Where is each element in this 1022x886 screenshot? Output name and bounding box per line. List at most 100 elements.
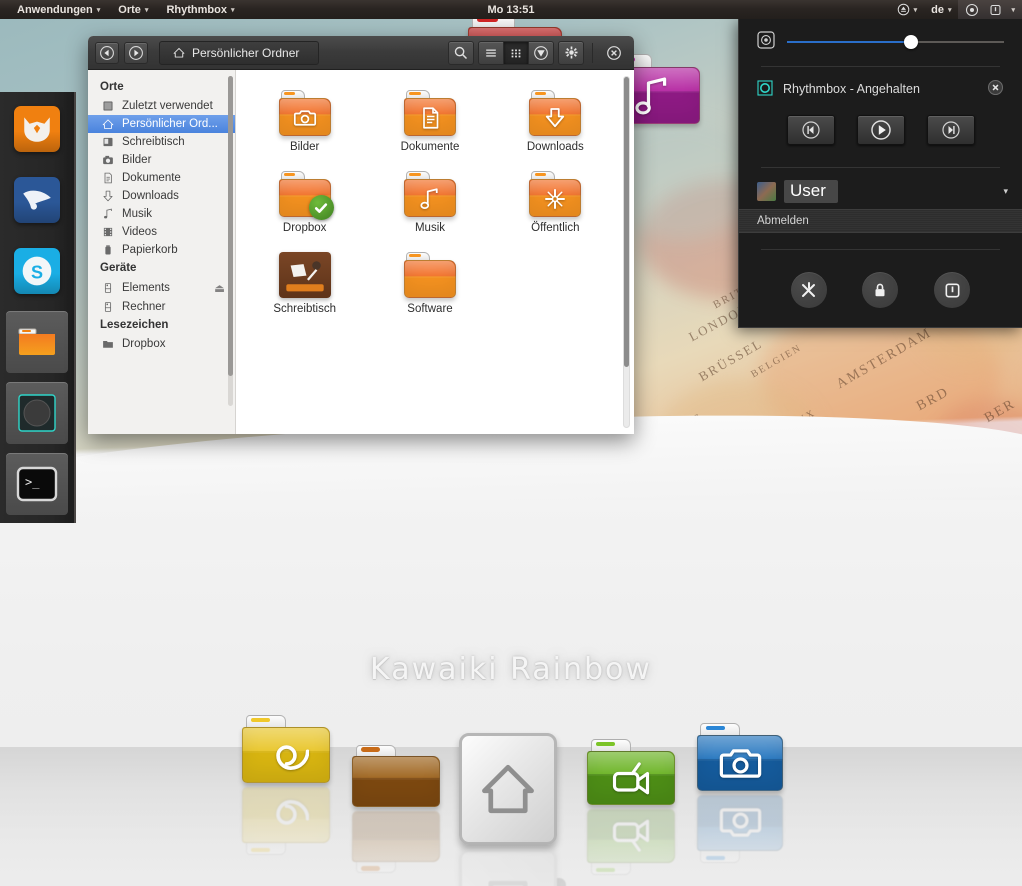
dock-item-thunderbird[interactable]	[6, 169, 68, 231]
close-window-button[interactable]	[601, 41, 627, 65]
svg-text:S: S	[31, 262, 43, 282]
terminal-icon: >_	[13, 462, 61, 506]
folder-clip	[250, 717, 271, 723]
folder-clip	[360, 747, 381, 752]
content-scrollbar[interactable]	[623, 76, 630, 428]
tray-eject-caret: ▾	[913, 6, 918, 14]
music-note-icon	[404, 183, 456, 214]
volume-icon[interactable]	[757, 31, 775, 52]
sidebar-item-documents[interactable]: Dokumente	[88, 169, 235, 187]
close-icon	[987, 79, 1004, 96]
dock-item-terminal[interactable]: >_	[6, 453, 68, 515]
path-button-label: Persönlicher Ordner	[192, 45, 300, 60]
tray-keyboard-indicator[interactable]: de ▾	[924, 0, 958, 19]
dock-item-firefox[interactable]	[6, 98, 68, 160]
sidebar-item-videos[interactable]: Videos	[88, 223, 235, 241]
play-icon	[870, 120, 891, 140]
sidebar-item-home[interactable]: Persönlicher Ord...	[88, 115, 235, 133]
menu-places[interactable]: Orte ▾	[109, 2, 157, 18]
spiral-icon	[275, 799, 309, 825]
user-menu-caret[interactable]: ▾	[1003, 186, 1008, 197]
sidebar-item-pictures[interactable]: Bilder	[88, 151, 235, 169]
sidebar-item-dropbox[interactable]: Dropbox	[88, 335, 235, 353]
folder-clip	[705, 855, 725, 861]
folder-body	[403, 260, 456, 298]
panel-divider-1	[761, 66, 1000, 67]
sidebar-item-label: Dropbox	[122, 338, 166, 350]
view-mode-group	[478, 40, 554, 65]
folder-clip	[409, 172, 421, 177]
file-item-software[interactable]: Software	[367, 242, 492, 323]
rhythmbox-close-button[interactable]	[987, 79, 1004, 99]
sidebar-item-desktop[interactable]: Schreibtisch	[88, 133, 235, 151]
user-name-field[interactable]: User	[784, 180, 838, 203]
tray-session-indicator[interactable]: ▾	[958, 0, 1022, 19]
tray-keyboard-caret: ▾	[947, 6, 952, 14]
file-item-dokumente[interactable]: Dokumente	[367, 80, 492, 161]
sidebar-item-label: Zuletzt verwendet	[122, 100, 213, 112]
search-button[interactable]	[448, 40, 474, 65]
drive-icon	[102, 282, 115, 294]
desk-graphic	[278, 252, 331, 298]
session-lock-button[interactable]	[862, 272, 899, 308]
sidebar-item-music[interactable]: Musik	[88, 205, 235, 223]
sidebar-header-places: Orte	[100, 81, 124, 93]
lock-icon	[875, 283, 885, 297]
eject-icon[interactable]: ⏏	[214, 281, 225, 295]
sidebar-scrollbar[interactable]	[228, 76, 233, 406]
compact-view-button[interactable]	[528, 40, 554, 65]
sidebar-item-label: Dokumente	[122, 172, 181, 184]
dock-item-skype[interactable]: S	[6, 240, 68, 302]
home-drive-graphic	[459, 849, 566, 886]
file-icon	[403, 171, 456, 217]
file-item-schreibtisch[interactable]: Schreibtisch	[242, 242, 367, 323]
file-item-dropbox[interactable]: Dropbox	[242, 161, 367, 242]
file-item-downloads[interactable]: Downloads	[493, 80, 618, 161]
session-settings-button[interactable]	[790, 272, 827, 308]
now-playing-row: Rhythmbox - Angehalten	[739, 73, 1022, 101]
sidebar-item-recent[interactable]: Zuletzt verwendet	[88, 97, 235, 115]
file-item-oeffentlich[interactable]: Öffentlich	[493, 161, 618, 242]
file-item-musik[interactable]: Musik	[367, 161, 492, 242]
rhythmbox-session-panel: Rhythmbox - Angehalten User ▾ Abmelden	[738, 19, 1022, 328]
dock-item-files[interactable]	[6, 311, 68, 373]
settings-button[interactable]	[558, 40, 584, 65]
recent-icon	[102, 100, 115, 112]
rb-play-button[interactable]	[856, 115, 905, 145]
home-icon	[482, 764, 534, 814]
list-view-button[interactable]	[478, 40, 504, 65]
sidebar-item-downloads[interactable]: Downloads	[88, 187, 235, 205]
panel-menu-label: Anwendungen	[17, 3, 93, 16]
menu-applications[interactable]: Anwendungen ▾	[8, 2, 109, 18]
chevron-left-icon	[100, 45, 114, 60]
sidebar-item-elements[interactable]: Elements ⏏	[88, 278, 235, 298]
share-icon	[545, 188, 566, 209]
rb-next-button[interactable]	[926, 115, 975, 145]
panel-divider-3	[761, 249, 1000, 250]
wallpaper-folder-brown	[352, 745, 440, 873]
folder-clip	[360, 866, 381, 871]
tray-eject-indicator[interactable]: ▾	[890, 0, 925, 19]
forward-button[interactable]	[124, 41, 148, 64]
back-button[interactable]	[95, 41, 119, 64]
power-icon	[990, 4, 1001, 15]
volume-slider-knob[interactable]	[903, 34, 918, 49]
icon-view-button[interactable]	[503, 40, 529, 65]
file-item-bilder[interactable]: Bilder	[242, 80, 367, 161]
camera-icon	[719, 807, 761, 837]
sidebar-item-computer[interactable]: Rechner	[88, 298, 235, 316]
panel-menu-label: Rhythmbox	[166, 3, 227, 16]
document-icon	[102, 172, 115, 184]
dock-item-media[interactable]	[6, 382, 68, 444]
wallpaper-home-drive	[459, 733, 566, 886]
menu-rhythmbox[interactable]: Rhythmbox ▾	[157, 2, 243, 18]
sidebar-item-trash[interactable]: Papierkorb	[88, 241, 235, 259]
logout-menu-item[interactable]: Abmelden	[739, 209, 1022, 233]
music-note-icon	[420, 187, 438, 209]
now-playing-label: Rhythmbox - Angehalten	[783, 82, 920, 96]
folder-graphic	[587, 739, 675, 805]
rb-previous-button[interactable]	[786, 115, 835, 145]
session-power-button[interactable]	[934, 272, 971, 308]
path-button-home[interactable]: Persönlicher Ordner	[159, 40, 319, 65]
volume-slider[interactable]	[787, 34, 1004, 49]
